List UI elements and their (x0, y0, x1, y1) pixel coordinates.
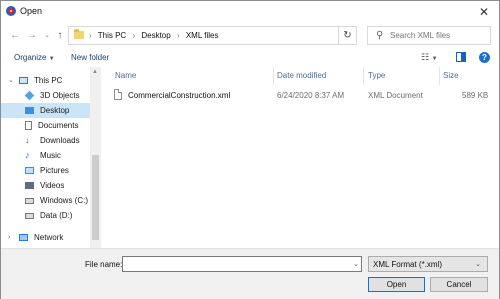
column-header-size[interactable]: Size (443, 71, 459, 80)
file-type-value: XML Format (*.xml) (373, 260, 443, 269)
address-bar[interactable]: › This PC › Desktop › XML files ⌄ (68, 26, 396, 45)
forward-arrow-icon: → (27, 29, 37, 41)
file-name-label: File name: (85, 260, 123, 269)
refresh-icon: ↻ (343, 30, 352, 41)
column-divider[interactable] (273, 67, 274, 85)
change-view-button[interactable]: ☷ ▼ (421, 52, 438, 63)
refresh-button[interactable]: ↻ (338, 26, 357, 45)
preview-pane-button[interactable] (456, 52, 466, 62)
breadcrumb-chevron-icon: › (89, 31, 92, 40)
sidebar-item-label: 3D Objects (40, 91, 80, 100)
navigation-row: ← → ⌄ ↑ › This PC › Desktop › XML files … (1, 23, 499, 49)
column-header-type[interactable]: Type (368, 71, 385, 80)
command-bar: Organize ▼ New folder ☷ ▼ ? (1, 49, 499, 67)
breadcrumb: › This PC › Desktop › XML files (89, 31, 218, 40)
breadcrumb-desktop[interactable]: Desktop (141, 31, 170, 40)
window-title: Open (20, 6, 43, 16)
sidebar-item-label: Documents (38, 121, 79, 130)
open-button[interactable]: Open (368, 277, 425, 292)
file-name: CommercialConstruction.xml (128, 91, 231, 100)
scroll-up-icon[interactable]: ▲ (92, 69, 98, 75)
breadcrumb-xml-files[interactable]: XML files (186, 31, 219, 40)
title-bar: Open ✕ (1, 1, 499, 23)
up-button[interactable]: ↑ (54, 29, 66, 41)
sidebar-item-windows-c[interactable]: Windows (C:) (1, 193, 90, 208)
file-list: Name Date modified Type Size CommercialC… (104, 67, 499, 248)
bottom-panel: File name: ⌄ XML Format (*.xml) ⌄ Open C… (1, 248, 499, 299)
back-arrow-icon: ← (10, 29, 20, 41)
desktop-icon (25, 107, 34, 114)
breadcrumb-this-pc[interactable]: This PC (98, 31, 126, 40)
drive-icon (25, 197, 34, 204)
sidebar-item-desktop[interactable]: Desktop (1, 103, 90, 118)
sidebar-item-label: Videos (40, 181, 65, 190)
cube-icon (24, 90, 35, 101)
new-folder-button[interactable]: New folder (71, 53, 109, 62)
search-input[interactable] (390, 29, 488, 41)
sidebar-item-data-d[interactable]: Data (D:) (1, 208, 90, 223)
sidebar-item-label: Data (D:) (40, 211, 73, 220)
file-date: 6/24/2020 8:37 AM (277, 91, 345, 100)
back-button[interactable]: ← (9, 29, 21, 41)
help-icon[interactable]: ? (479, 52, 490, 63)
sidebar-item-music[interactable]: ♪ Music (1, 148, 90, 163)
sidebar-item-label: Network (34, 233, 64, 242)
file-name-dropdown-icon[interactable]: ⌄ (353, 260, 359, 268)
breadcrumb-chevron-icon: › (176, 31, 180, 40)
sidebar-item-label: Pictures (40, 166, 69, 175)
file-size: 589 KB (462, 91, 489, 100)
chevron-down-icon: ⌄ (44, 32, 50, 39)
folder-icon (74, 29, 84, 39)
computer-icon (19, 77, 28, 84)
sidebar-item-3d-objects[interactable]: 3D Objects (1, 88, 90, 103)
up-arrow-icon: ↑ (57, 29, 63, 41)
sidebar-item-label: This PC (34, 76, 63, 85)
sidebar-item-pictures[interactable]: Pictures (1, 163, 90, 178)
sidebar-item-documents[interactable]: Documents (1, 118, 90, 133)
organize-label: Organize (14, 53, 47, 62)
close-icon: ✕ (478, 5, 490, 19)
navigation-pane: ⌄ This PC 3D Objects Desktop Documents ↓… (1, 67, 101, 248)
column-header-date[interactable]: Date modified (277, 71, 326, 80)
chevron-down-icon: ▼ (431, 56, 438, 62)
drive-icon (25, 212, 34, 219)
sidebar-item-label: Desktop (40, 106, 70, 115)
documents-icon (25, 121, 32, 130)
column-divider[interactable] (363, 67, 364, 85)
xml-file-icon (114, 89, 122, 100)
scrollbar-thumb[interactable] (92, 155, 99, 240)
breadcrumb-chevron-icon: › (132, 31, 136, 40)
cancel-button[interactable]: Cancel (430, 277, 488, 292)
organize-button[interactable]: Organize ▼ (14, 53, 55, 62)
column-header-name[interactable]: Name (115, 71, 136, 80)
app-icon (6, 6, 16, 16)
forward-button[interactable]: → (26, 29, 38, 41)
pictures-icon (25, 167, 34, 174)
chevron-down-icon: ▼ (48, 56, 55, 62)
sidebar-item-videos[interactable]: Videos (1, 178, 90, 193)
chevron-down-icon: ⌄ (475, 261, 481, 268)
file-type: XML Document (368, 91, 423, 100)
open-dialog: Open ✕ ← → ⌄ ↑ › This PC › Desktop › XML… (0, 0, 500, 299)
table-row[interactable]: CommercialConstruction.xml 6/24/2020 8:3… (104, 88, 494, 103)
column-divider[interactable] (439, 67, 440, 85)
video-icon (25, 182, 34, 189)
search-box: ⚲ (367, 26, 491, 45)
download-arrow-icon: ↓ (25, 135, 30, 145)
recent-locations-button[interactable]: ⌄ (41, 29, 53, 41)
sidebar-item-label: Windows (C:) (40, 196, 89, 205)
sidebar-item-downloads[interactable]: ↓ Downloads (1, 133, 90, 148)
music-note-icon: ♪ (25, 150, 30, 160)
file-type-select[interactable]: XML Format (*.xml) ⌄ (368, 256, 488, 272)
sidebar-item-label: Downloads (40, 136, 80, 145)
close-button[interactable]: ✕ (473, 3, 495, 21)
sidebar-item-label: Music (40, 151, 61, 160)
network-icon (19, 234, 28, 241)
nav-scrollbar[interactable]: ▲ (90, 67, 101, 248)
search-icon: ⚲ (376, 30, 384, 41)
file-name-input[interactable] (122, 256, 362, 272)
sidebar-item-network[interactable]: Network (1, 230, 90, 245)
view-list-icon: ☷ (421, 52, 430, 62)
